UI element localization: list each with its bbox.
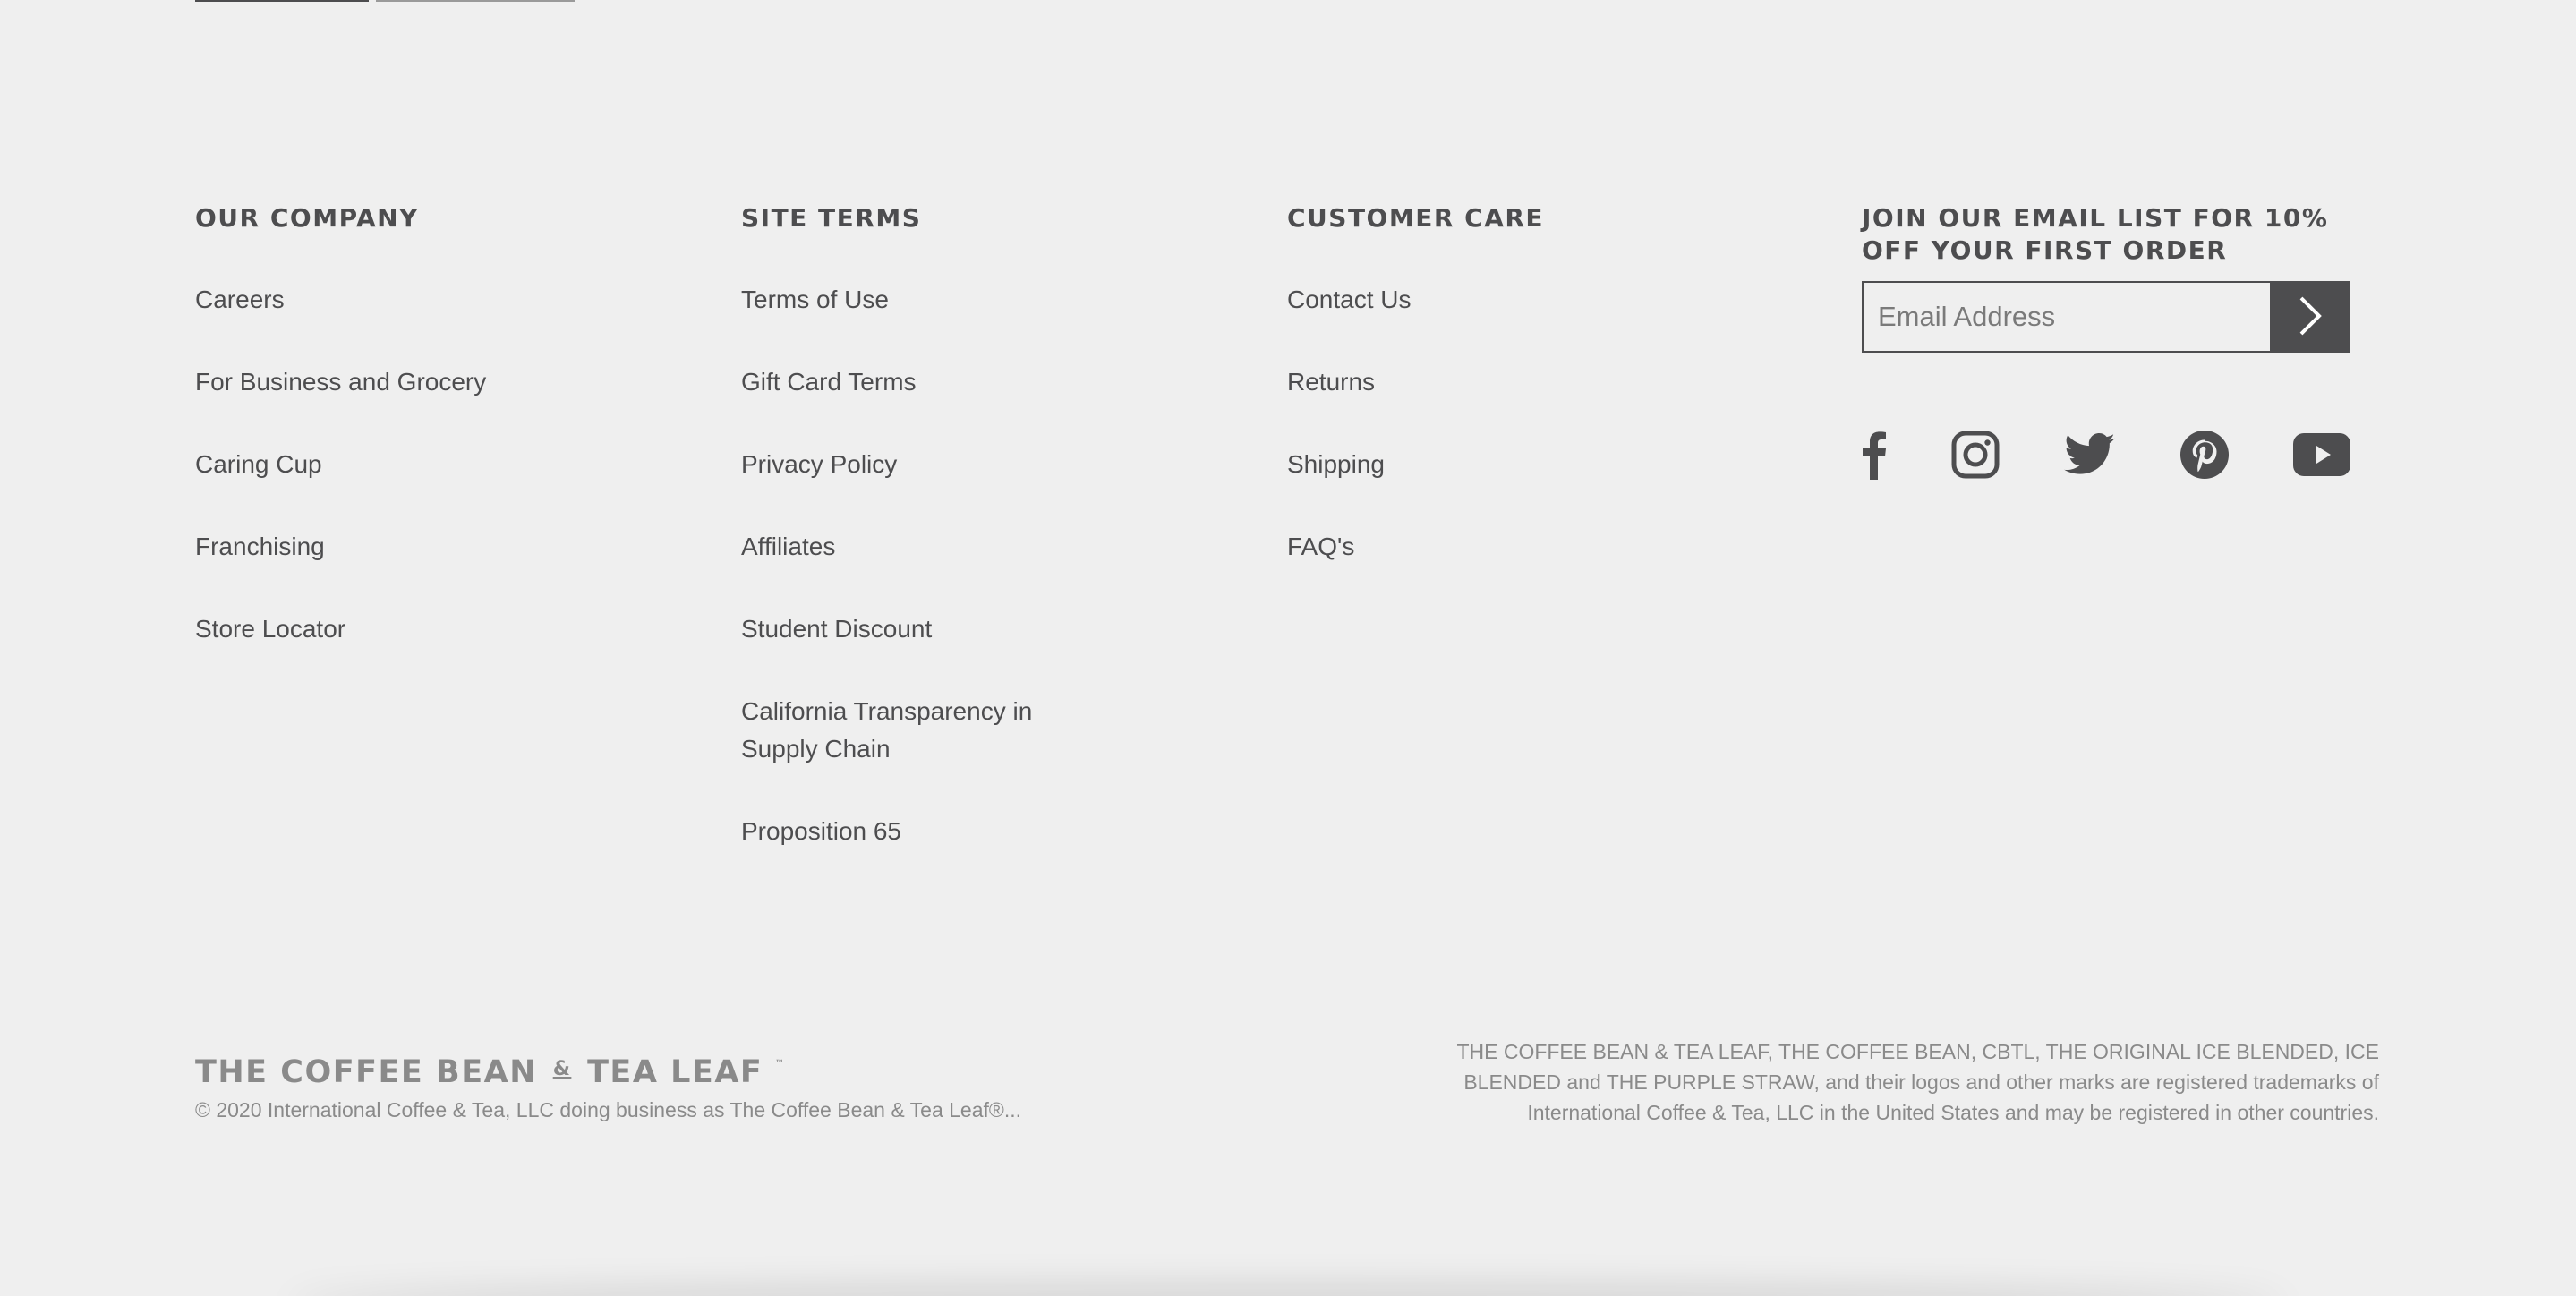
- link-shipping[interactable]: Shipping: [1287, 446, 1788, 483]
- youtube-icon[interactable]: [2293, 433, 2350, 476]
- link-student-discount[interactable]: Student Discount: [741, 610, 1242, 648]
- site-terms-heading: SITE TERMS: [741, 203, 922, 233]
- email-signup-form: [1862, 281, 2350, 353]
- legal-left: THE COFFEE BEAN & TEA LEAF ™ © 2020 Inte…: [195, 1045, 1021, 1123]
- chevron-right-icon: [2297, 294, 2324, 340]
- link-store-locator[interactable]: Store Locator: [195, 610, 696, 648]
- customer-care-column: CUSTOMER CARE Contact Us Returns Shippin…: [1287, 202, 1788, 610]
- underline-segment: [195, 0, 369, 2]
- link-caring-cup[interactable]: Caring Cup: [195, 446, 696, 483]
- link-returns[interactable]: Returns: [1287, 363, 1788, 401]
- link-faqs[interactable]: FAQ's: [1287, 528, 1788, 566]
- instagram-icon[interactable]: [1951, 431, 2000, 479]
- customer-care-heading: CUSTOMER CARE: [1287, 203, 1545, 233]
- trademark-notice: THE COFFEE BEAN & TEA LEAF, THE COFFEE B…: [1456, 1040, 2379, 1124]
- site-terms-links: Terms of Use Gift Card Terms Privacy Pol…: [741, 281, 1242, 850]
- customer-care-links: Contact Us Returns Shipping FAQ's: [1287, 281, 1788, 566]
- twitter-icon[interactable]: [2064, 433, 2116, 476]
- email-signup-heading: JOIN OUR EMAIL LIST FOR 10% OFF YOUR FIR…: [1862, 203, 2329, 265]
- link-franchising[interactable]: Franchising: [195, 528, 696, 566]
- brand-logo[interactable]: THE COFFEE BEAN & TEA LEAF ™: [195, 1045, 1021, 1091]
- link-terms-of-use[interactable]: Terms of Use: [741, 281, 1242, 319]
- link-careers[interactable]: Careers: [195, 281, 696, 319]
- brand-logo-part1: THE COFFEE BEAN: [195, 1054, 537, 1090]
- footer: OUR COMPANY Careers For Business and Gro…: [0, 0, 2576, 1296]
- email-submit-button[interactable]: [2270, 281, 2350, 353]
- link-proposition-65[interactable]: Proposition 65: [741, 813, 1242, 850]
- link-privacy-policy[interactable]: Privacy Policy: [741, 446, 1242, 483]
- site-terms-column: SITE TERMS Terms of Use Gift Card Terms …: [741, 202, 1242, 895]
- facebook-icon[interactable]: [1862, 430, 1887, 480]
- link-affiliates[interactable]: Affiliates: [741, 528, 1242, 566]
- social-links: [1862, 430, 2350, 480]
- our-company-links: Careers For Business and Grocery Caring …: [195, 281, 696, 648]
- email-input[interactable]: [1862, 281, 2270, 353]
- pinterest-icon[interactable]: [2180, 431, 2229, 479]
- our-company-heading: OUR COMPANY: [195, 203, 419, 233]
- brand-logo-ampersand: &: [552, 1058, 572, 1080]
- brand-logo-part2: TEA LEAF: [587, 1054, 763, 1090]
- copyright-text: © 2020 International Coffee & Tea, LLC d…: [195, 1098, 1022, 1121]
- link-for-business-and-grocery[interactable]: For Business and Grocery: [195, 363, 696, 401]
- brand-logo-tm: ™: [775, 1059, 786, 1069]
- link-california-transparency[interactable]: California Transparency in Supply Chain: [741, 693, 1063, 768]
- email-signup-column: JOIN OUR EMAIL LIST FOR 10% OFF YOUR FIR…: [1862, 202, 2399, 480]
- top-link-remnant: [195, 0, 580, 3]
- underline-segment: [376, 0, 575, 2]
- our-company-column: OUR COMPANY Careers For Business and Gro…: [195, 202, 696, 693]
- link-gift-card-terms[interactable]: Gift Card Terms: [741, 363, 1242, 401]
- link-contact-us[interactable]: Contact Us: [1287, 281, 1788, 319]
